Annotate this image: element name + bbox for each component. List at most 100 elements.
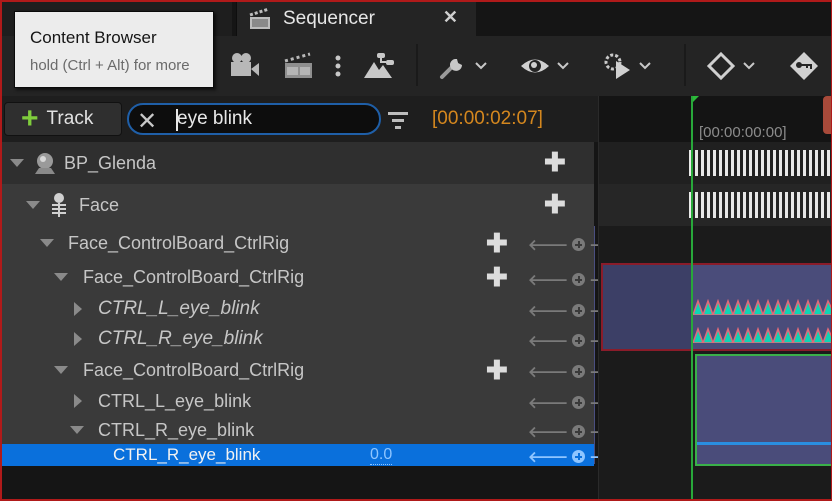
key-options-button[interactable] [706,50,756,82]
playback-end-marker[interactable] [823,96,832,134]
timeline-track-row [599,184,832,226]
previous-key-icon[interactable]: 🡐 [528,235,568,254]
track-row[interactable]: BP_Glenda ✚ [2,142,594,184]
expand-arrow-icon[interactable] [54,273,68,281]
add-icon[interactable]: ✚ [486,230,508,256]
previous-key-icon[interactable]: 🡐 [528,362,568,381]
track-row[interactable]: CTRL_R_eye_blink 🡐🡒 [2,416,629,444]
previous-key-icon[interactable]: 🡐 [528,301,568,320]
expand-arrow-icon[interactable] [40,239,54,247]
track-label: CTRL_R_eye_blink [113,445,261,464]
view-options-button[interactable] [520,50,570,82]
add-icon[interactable]: ✚ [486,357,508,383]
skeleton-icon [52,193,66,217]
keyframe-diamond-icon [706,51,736,81]
camera-icon[interactable] [228,50,262,82]
search-box: ✕ [127,103,381,135]
eye-icon [521,59,549,73]
expand-arrow-icon[interactable] [54,366,68,374]
add-key-icon[interactable] [572,365,586,378]
curve-section[interactable] [695,354,832,466]
playhead[interactable] [691,96,693,501]
track-label: Face_ControlBoard_CtrlRig [83,266,305,287]
track-outliner: BP_Glenda ✚ Face ✚ Face_ControlBoard_Ctr… [2,142,629,501]
tab-label: Sequencer [283,8,375,29]
add-track-button[interactable]: + Track [4,102,122,136]
track-filter-bar: + Track ✕ [00:00:02:07] [0,96,598,142]
chevron-down-icon [557,62,569,70]
chevron-down-icon [743,62,755,70]
track-label: CTRL_L_eye_blink [98,298,260,319]
expand-arrow-icon[interactable] [74,302,82,316]
actor-sphere-icon [35,153,55,174]
add-icon[interactable]: ✚ [544,149,566,175]
clear-search-icon[interactable]: ✕ [137,107,157,136]
track-row[interactable]: CTRL_L_eye_blink 🡐🡒 [2,294,629,324]
wrench-icon [440,59,462,79]
section-selection[interactable] [601,263,832,351]
tab-sequencer[interactable]: Sequencer ✕ [236,2,476,36]
tooltip: Content Browser hold (Ctrl + Alt) for mo… [14,11,214,88]
keyframe-row [693,327,832,343]
expand-arrow-icon[interactable] [10,159,24,167]
keyframe-ticks [689,150,832,176]
previous-key-icon[interactable]: 🡐 [528,447,568,466]
landscape-hierarchy-icon[interactable] [362,50,396,82]
playback-options-button[interactable] [602,50,652,82]
previous-key-icon[interactable]: 🡐 [528,393,568,412]
more-vertical-icon[interactable] [332,50,344,82]
expand-arrow-icon[interactable] [74,394,82,408]
track-label: Face [79,194,120,215]
add-icon[interactable]: ✚ [486,264,508,290]
timeline-track-row [599,142,832,184]
track-row[interactable]: Face_ControlBoard_CtrlRig ✚ 🡐🡒 [2,226,629,260]
track-label: Face_ControlBoard_CtrlRig [68,232,290,253]
search-input[interactable] [177,107,367,131]
track-label: BP_Glenda [64,152,157,173]
track-row[interactable]: CTRL_R_eye_blink 🡐🡒 [2,324,629,354]
playback-settings-icon [604,53,630,79]
track-row-selected[interactable]: CTRL_R_eye_blink 0.0 🡐🡒 [2,444,629,466]
tooltip-hint: hold (Ctrl + Alt) for more [30,57,190,74]
add-key-icon[interactable] [572,304,586,317]
add-key-icon[interactable] [572,273,586,286]
track-row[interactable]: CTRL_L_eye_blink 🡐🡒 [2,386,629,416]
previous-key-icon[interactable]: 🡐 [528,270,568,289]
track-row[interactable]: Face_ControlBoard_CtrlRig ✚ 🡐🡒 [2,260,629,294]
track-row[interactable]: Face_ControlBoard_CtrlRig ✚ 🡐🡒 [2,354,629,386]
clapperboard-icon[interactable] [282,50,316,82]
expand-arrow-icon[interactable] [74,332,82,346]
track-label: CTRL_R_eye_blink [98,419,255,440]
current-time-display[interactable]: [00:00:02:07] [432,108,543,130]
filter-icon[interactable] [386,109,410,131]
channel-value[interactable]: 0.0 [370,446,393,465]
add-key-icon[interactable] [572,396,586,409]
timeline-area[interactable]: [00:00:00:00] [598,96,832,501]
curve-line [697,442,832,445]
tools-menu-button[interactable] [438,50,488,82]
toolbar-separator [416,44,418,86]
track-label: CTRL_R_eye_blink [98,328,263,349]
toolbar-separator [684,44,686,86]
previous-key-icon[interactable]: 🡐 [528,331,568,350]
expand-arrow-icon[interactable] [70,426,84,434]
tooltip-title: Content Browser [30,28,157,47]
expand-arrow-icon[interactable] [26,201,40,209]
track-label: CTRL_L_eye_blink [98,390,252,411]
keyframe-row [693,299,832,315]
key-icon[interactable] [788,50,820,82]
add-key-icon[interactable] [572,425,586,438]
add-key-icon[interactable] [572,238,586,251]
close-icon[interactable]: ✕ [443,7,458,28]
chevron-down-icon [475,62,487,70]
add-key-icon[interactable] [572,450,586,463]
add-icon[interactable]: ✚ [544,191,566,217]
track-row[interactable]: Face ✚ [2,184,594,226]
previous-key-icon[interactable]: 🡐 [528,422,568,441]
time-ruler[interactable]: [00:00:00:00] [599,96,832,142]
add-key-icon[interactable] [572,334,586,347]
ruler-start-time: [00:00:00:00] [699,124,787,141]
plus-icon: + [21,102,39,135]
add-track-label: Track [46,108,94,129]
clapperboard-icon [249,7,270,29]
